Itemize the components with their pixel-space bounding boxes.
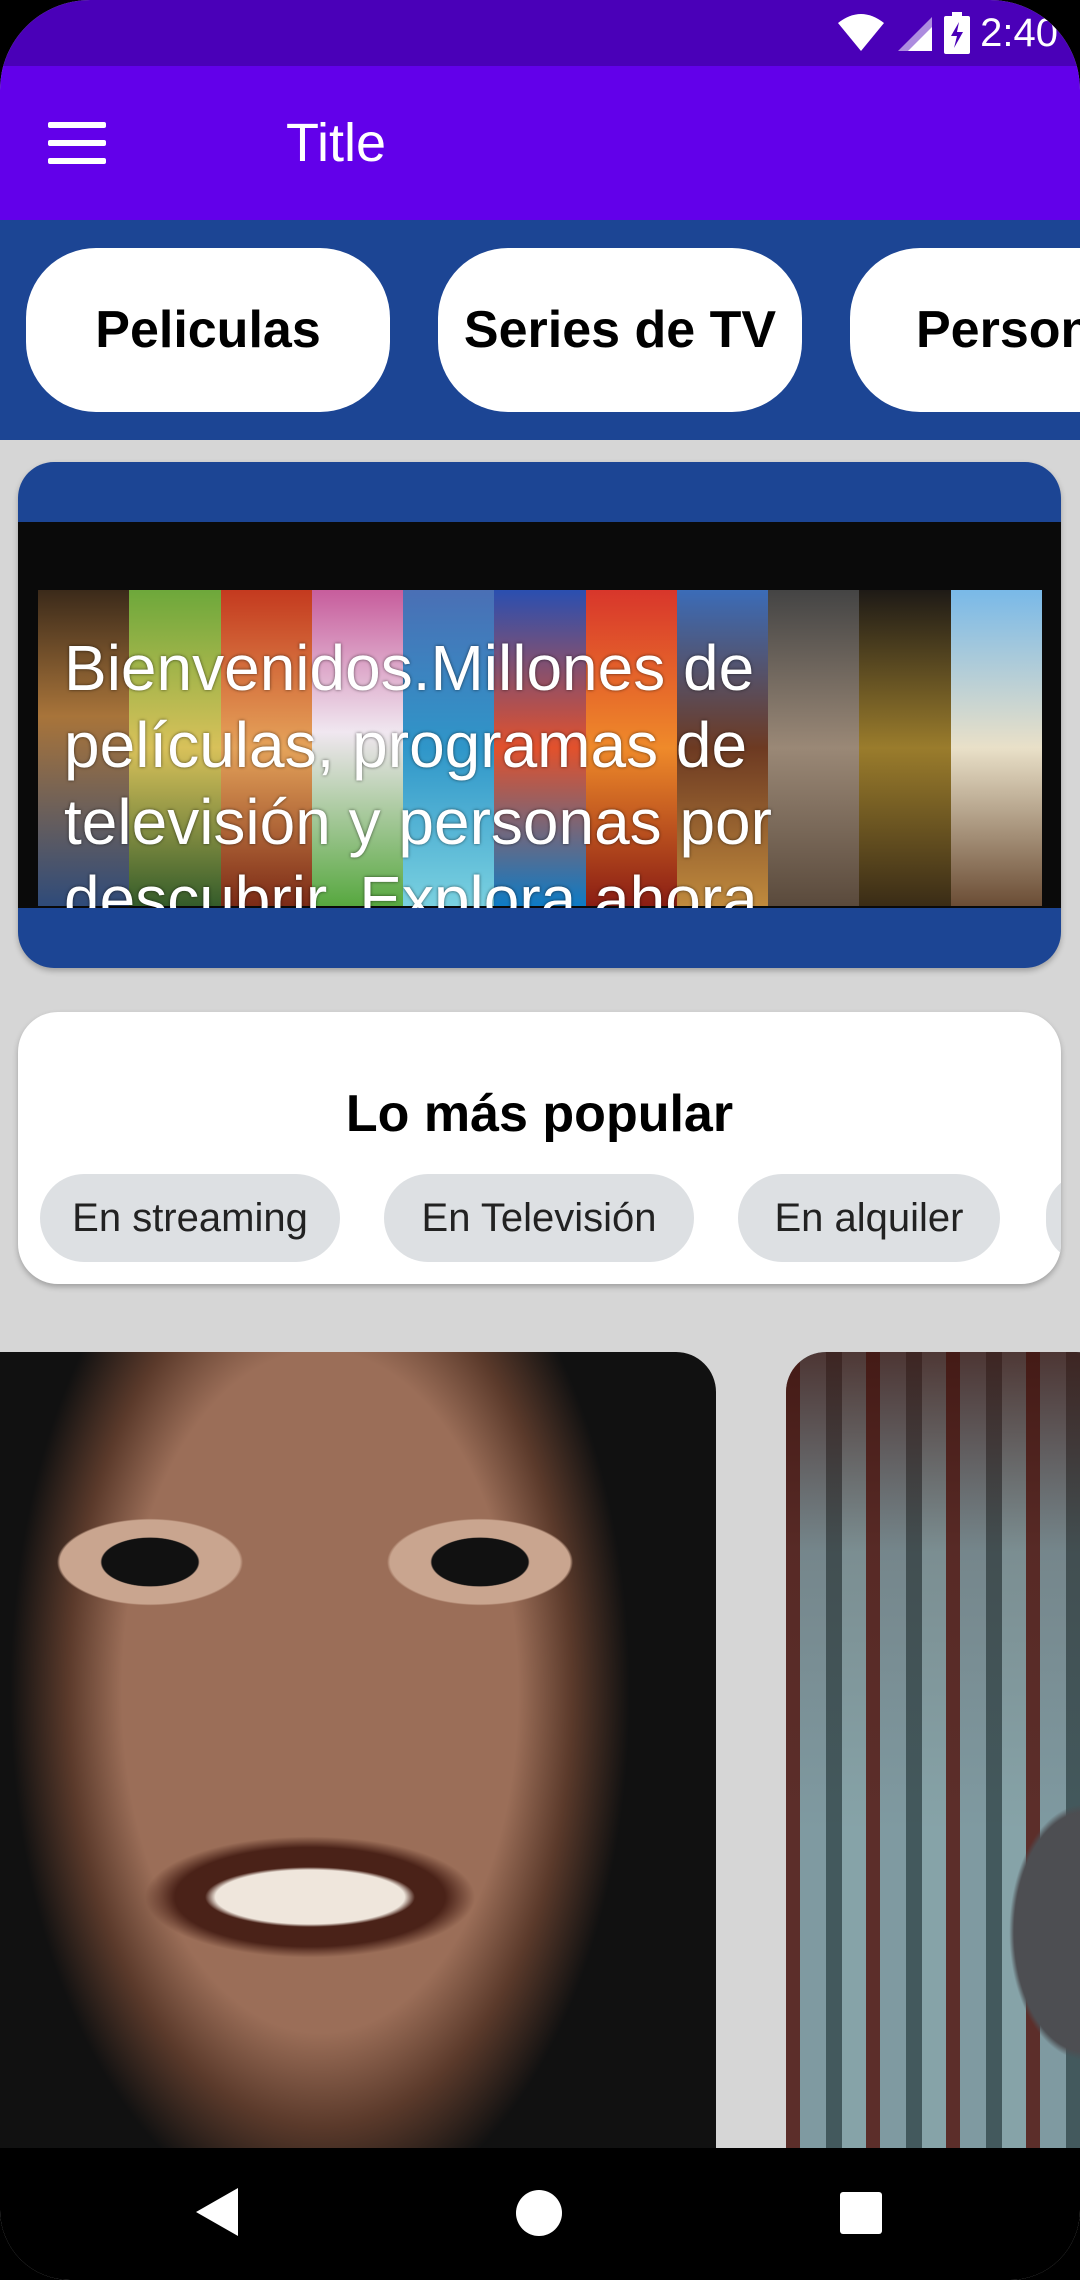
wifi-icon (838, 14, 885, 51)
chip-television[interactable]: En Televisión (384, 1174, 694, 1262)
status-icons: 2:40 (836, 10, 1058, 56)
status-bar: 2:40 (0, 0, 1080, 66)
category-movies-button[interactable]: Peliculas (26, 248, 390, 412)
poster-overlay (786, 1352, 1080, 2152)
popular-title: Lo más popular (345, 1085, 734, 1143)
back-icon[interactable] (196, 2188, 238, 2236)
battery-charging-icon (944, 12, 971, 54)
status-time: 2:40 (980, 10, 1058, 55)
category-strip: Peliculas Series de TV Personas (0, 220, 1080, 440)
chip-next[interactable] (1046, 1174, 1061, 1262)
hamburger-menu-icon[interactable] (48, 122, 106, 164)
category-tv-series-button[interactable]: Series de TV (438, 248, 802, 412)
welcome-banner: Bienvenidos.Millones de películas, progr… (18, 522, 1061, 908)
signal-icon (898, 17, 933, 51)
welcome-card[interactable]: Bienvenidos.Millones de películas, progr… (18, 462, 1061, 968)
chip-streaming[interactable]: En streaming (40, 1174, 340, 1262)
phone-screen: 2:40 Title Peliculas Series de TV Person… (0, 0, 1080, 2280)
welcome-text: Bienvenidos.Millones de películas, progr… (64, 632, 776, 908)
home-icon[interactable] (516, 2190, 562, 2236)
app-bar: Title (0, 66, 1080, 220)
movie-poster-1[interactable] (0, 1352, 716, 2152)
category-people-button[interactable]: Personas (850, 248, 1080, 412)
app-title: Title (286, 113, 387, 173)
chip-rental[interactable]: En alquiler (738, 1174, 1000, 1262)
popular-card: Lo más popular En streaming En Televisió… (18, 1012, 1061, 1284)
navigation-bar (0, 2148, 1080, 2280)
recents-icon[interactable] (840, 2192, 882, 2234)
movie-poster-2[interactable] (786, 1352, 1080, 2152)
